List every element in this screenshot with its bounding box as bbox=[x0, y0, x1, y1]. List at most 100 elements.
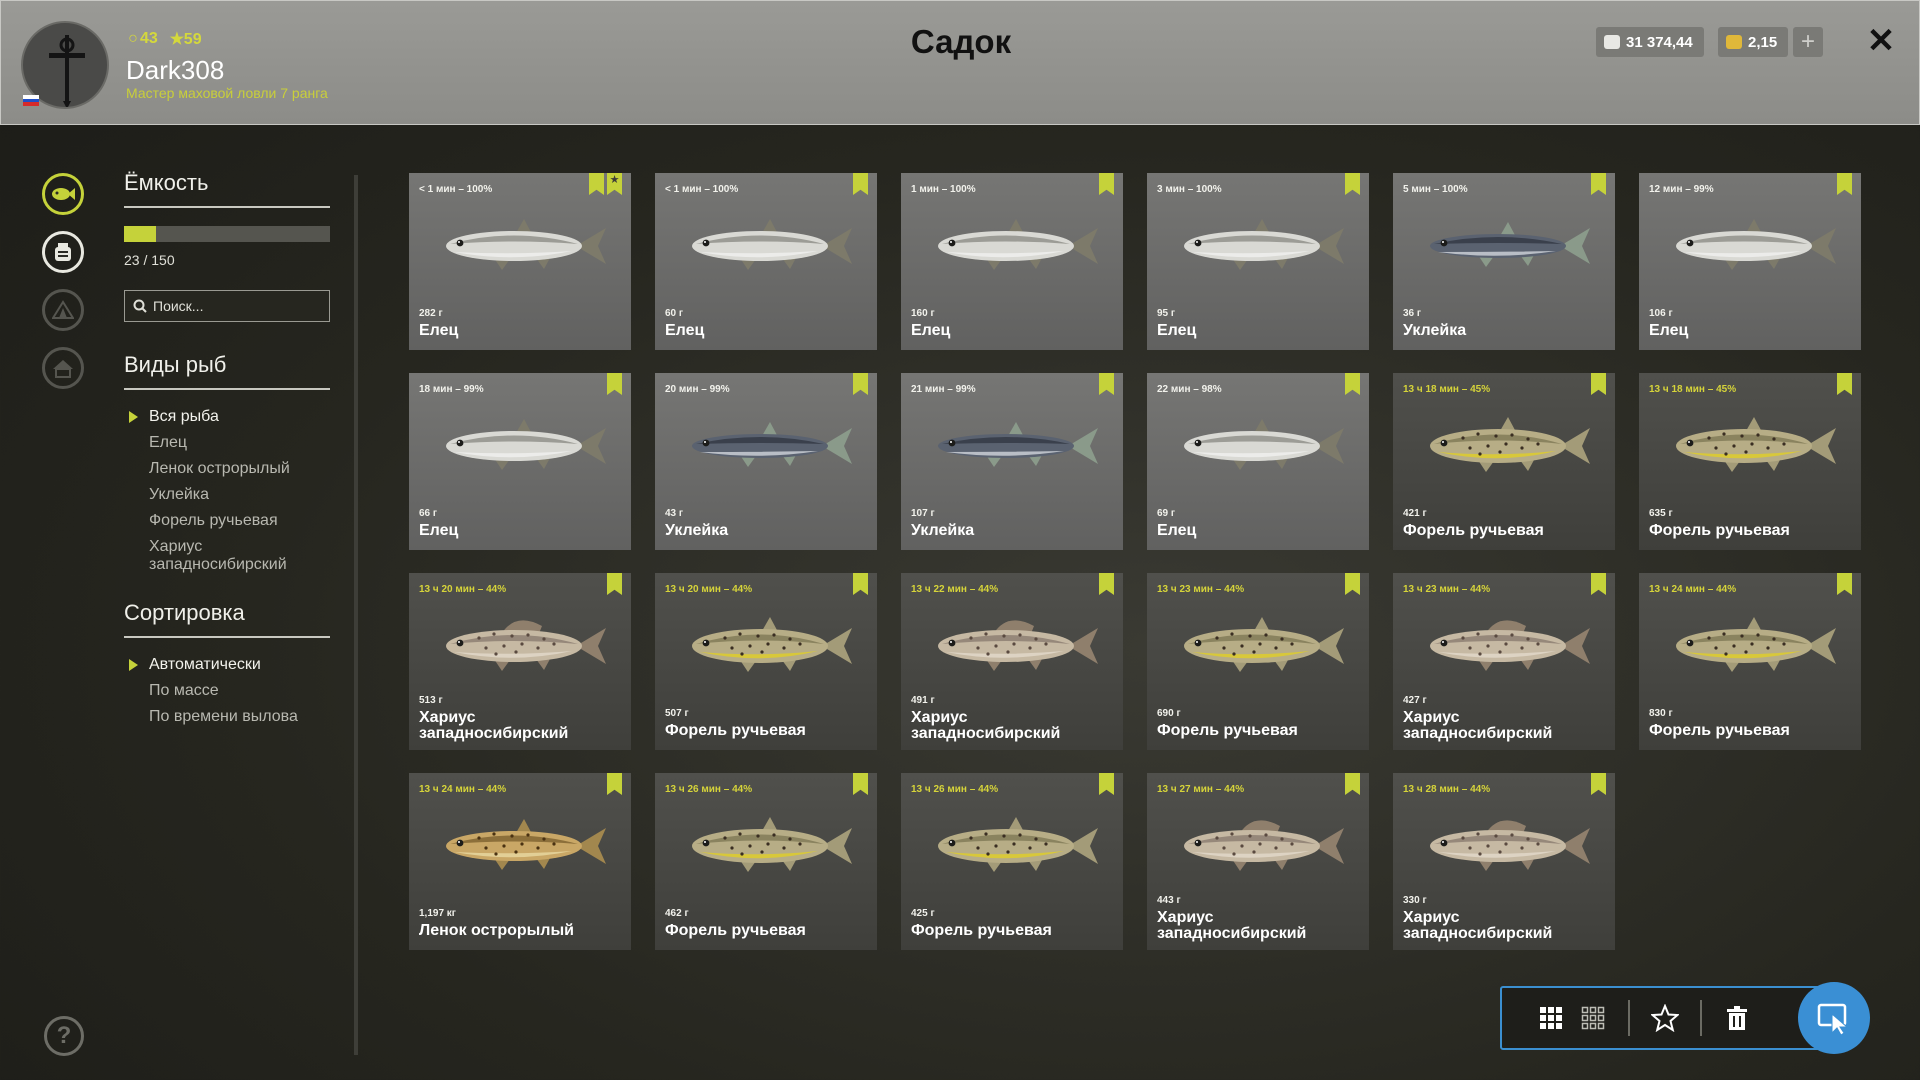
bookmark-icon[interactable] bbox=[1837, 573, 1852, 595]
grayling-fish-icon bbox=[1430, 820, 1590, 871]
bookmark-icon[interactable] bbox=[1099, 773, 1114, 795]
add-currency-button[interactable]: + bbox=[1793, 27, 1823, 57]
card-marks bbox=[1345, 373, 1360, 395]
fish-card[interactable]: 12 мин – 99% 106 г Елец bbox=[1639, 173, 1861, 350]
fish-card[interactable]: 13 ч 26 мин – 44% 425 г Форель ручьевая bbox=[901, 773, 1123, 950]
bookmark-icon[interactable] bbox=[853, 773, 868, 795]
fish-card[interactable]: 3 мин – 100% 95 г Елец bbox=[1147, 173, 1369, 350]
fish-weight: 427 г bbox=[1403, 695, 1427, 706]
fish-card[interactable]: 13 ч 27 мин – 44% 443 г Хариус западноси… bbox=[1147, 773, 1369, 950]
bookmark-icon[interactable] bbox=[607, 373, 622, 395]
bookmark-icon[interactable] bbox=[1837, 173, 1852, 195]
keepnet-tab[interactable] bbox=[42, 173, 84, 215]
catch-time: 13 ч 24 мин – 44% bbox=[419, 784, 507, 795]
bookmark-icon[interactable] bbox=[1345, 573, 1360, 595]
small-grid-button[interactable] bbox=[1572, 997, 1614, 1039]
bookmark-icon[interactable] bbox=[1837, 373, 1852, 395]
card-marks bbox=[853, 173, 868, 195]
large-grid-button[interactable] bbox=[1530, 997, 1572, 1039]
fish-card[interactable]: 13 ч 23 мин – 44% 690 г Форель ручьевая bbox=[1147, 573, 1369, 750]
bookmark-icon[interactable] bbox=[607, 573, 622, 595]
trash-icon bbox=[1727, 1006, 1747, 1030]
fish-name: Уклейка bbox=[911, 522, 975, 539]
species-item-bleak[interactable]: Уклейка bbox=[124, 482, 330, 508]
catch-time: 13 ч 20 мин – 44% bbox=[665, 584, 753, 595]
fish-card[interactable]: 13 ч 18 мин – 45% 635 г Форель ручьевая bbox=[1639, 373, 1861, 550]
fish-card[interactable]: 18 мин – 99% 66 г Елец bbox=[409, 373, 631, 550]
fish-card[interactable]: 13 ч 18 мин – 45% 421 г Форель ручьевая bbox=[1393, 373, 1615, 550]
species-item-trout[interactable]: Форель ручьевая bbox=[124, 508, 330, 534]
sort-item-auto[interactable]: Автоматически bbox=[124, 652, 330, 678]
favorite-star-icon[interactable]: ★ bbox=[607, 173, 622, 195]
bookmark-icon[interactable] bbox=[1591, 773, 1606, 795]
fish-name: Хариус западносибирский bbox=[911, 709, 1061, 742]
fish-card[interactable]: 13 ч 24 мин – 44% 830 г Форель ручьевая bbox=[1639, 573, 1861, 750]
help-button[interactable]: ? bbox=[44, 1016, 84, 1056]
fish-name: Форель ручьевая bbox=[665, 722, 806, 739]
species-item-grayling[interactable]: Хариус западносибирский bbox=[124, 534, 330, 578]
select-cursor-icon bbox=[1817, 1003, 1849, 1036]
silver-coins-icon bbox=[1604, 35, 1620, 49]
delete-button[interactable] bbox=[1716, 997, 1758, 1039]
fish-card[interactable]: 13 ч 22 мин – 44% 491 г Хариус западноси… bbox=[901, 573, 1123, 750]
catch-time: < 1 мин – 100% bbox=[419, 184, 493, 195]
fish-card[interactable]: 13 ч 23 мин – 44% 427 г Хариус западноси… bbox=[1393, 573, 1615, 750]
species-item-all[interactable]: Вся рыба bbox=[124, 404, 330, 430]
fish-card[interactable]: 5 мин – 100% 36 г Уклейка bbox=[1393, 173, 1615, 350]
fish-name: Форель ручьевая bbox=[665, 922, 806, 939]
fish-weight: 513 г bbox=[419, 695, 443, 706]
sort-item-catch-time[interactable]: По времени вылова bbox=[124, 704, 330, 730]
card-marks bbox=[853, 773, 868, 795]
fish-card[interactable]: 13 ч 20 мин – 44% 513 г Хариус западноси… bbox=[409, 573, 631, 750]
bookmark-icon[interactable] bbox=[1345, 773, 1360, 795]
fish-card[interactable]: 21 мин – 99% 107 г Уклейка bbox=[901, 373, 1123, 550]
bookmark-icon[interactable] bbox=[1591, 573, 1606, 595]
fish-card[interactable]: 13 ч 28 мин – 44% 330 г Хариус западноси… bbox=[1393, 773, 1615, 950]
fish-card[interactable]: 1 мин – 100% 160 г Елец bbox=[901, 173, 1123, 350]
bookmark-icon[interactable] bbox=[1099, 573, 1114, 595]
bookmark-icon[interactable] bbox=[1099, 373, 1114, 395]
fish-card[interactable]: 13 ч 20 мин – 44% 507 г Форель ручьевая bbox=[655, 573, 877, 750]
bookmark-icon[interactable] bbox=[1345, 373, 1360, 395]
bookmark-icon[interactable] bbox=[1591, 173, 1606, 195]
bookmark-icon[interactable] bbox=[1099, 173, 1114, 195]
gold-coins-icon bbox=[1726, 35, 1742, 49]
fish-weight: 66 г bbox=[419, 508, 438, 519]
capacity-heading: Ёмкость bbox=[124, 170, 330, 208]
home-tab[interactable] bbox=[42, 347, 84, 389]
species-heading: Виды рыб bbox=[124, 352, 330, 390]
bucket-tab[interactable] bbox=[42, 231, 84, 273]
fish-card[interactable]: 20 мин – 99% 43 г Уклейка bbox=[655, 373, 877, 550]
grid-small-icon bbox=[1581, 1006, 1605, 1030]
camp-tab[interactable] bbox=[42, 289, 84, 331]
species-item-dace[interactable]: Елец bbox=[124, 430, 330, 456]
bookmark-icon[interactable] bbox=[853, 373, 868, 395]
species-item-lenok[interactable]: Ленок острорылый bbox=[124, 456, 330, 482]
bookmark-icon[interactable] bbox=[853, 573, 868, 595]
fish-card[interactable]: 13 ч 26 мин – 44% 462 г Форель ручьевая bbox=[655, 773, 877, 950]
lenok-fish-icon bbox=[446, 819, 606, 870]
fish-card[interactable]: 22 мин – 98% 69 г Елец bbox=[1147, 373, 1369, 550]
bookmark-icon[interactable] bbox=[589, 173, 604, 195]
grid-large-icon bbox=[1540, 1007, 1562, 1029]
fish-weight: 106 г bbox=[1649, 308, 1673, 319]
fish-name: Форель ручьевая bbox=[1649, 722, 1790, 739]
sort-item-weight[interactable]: По массе bbox=[124, 678, 330, 704]
bookmark-icon[interactable] bbox=[853, 173, 868, 195]
close-button[interactable]: ✕ bbox=[1863, 23, 1899, 59]
fish-card[interactable]: 13 ч 24 мин – 44% 1,197 кг Ленок остроры… bbox=[409, 773, 631, 950]
search-field[interactable]: Поиск... bbox=[124, 290, 330, 322]
fish-card[interactable]: < 1 мин – 100% 60 г Елец bbox=[655, 173, 877, 350]
fish-card[interactable]: < 1 мин – 100% ★ 282 г Елец bbox=[409, 173, 631, 350]
species-list: Вся рыба Елец Ленок острорылый Уклейка Ф… bbox=[124, 404, 330, 578]
select-mode-button[interactable] bbox=[1798, 982, 1870, 1054]
card-marks bbox=[1591, 773, 1606, 795]
card-marks bbox=[1591, 573, 1606, 595]
bookmark-icon[interactable] bbox=[1345, 173, 1360, 195]
bookmark-icon[interactable] bbox=[1591, 373, 1606, 395]
bookmark-icon[interactable] bbox=[607, 773, 622, 795]
favorite-button[interactable] bbox=[1644, 997, 1686, 1039]
capacity-fill bbox=[124, 226, 156, 242]
fish-weight: 43 г bbox=[665, 508, 684, 519]
fish-name: Елец bbox=[911, 322, 951, 339]
